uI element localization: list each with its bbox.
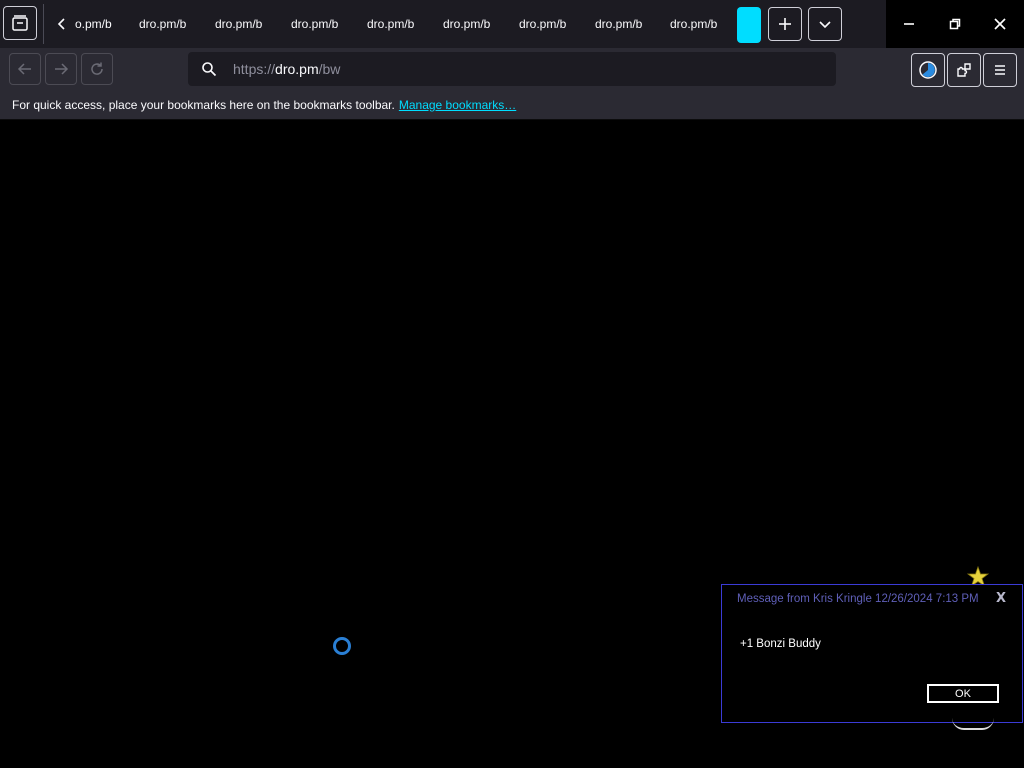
app-menu-button[interactable] [983,53,1017,87]
bookmarks-hint: For quick access, place your bookmarks h… [12,98,516,112]
forward-arrow-icon [55,63,69,75]
bookmarks-toolbar: For quick access, place your bookmarks h… [0,92,1024,120]
tab[interactable]: o.pm/b [75,6,115,42]
tab[interactable]: dro.pm/b [670,6,720,42]
list-all-tabs-button[interactable] [808,7,842,41]
chevron-left-icon [57,18,65,30]
tab-label: dro.pm/b [367,17,415,31]
message-dialog-body: +1 Bonzi Buddy [740,638,821,650]
tab[interactable]: dro.pm/b [215,6,285,42]
tab-label: dro.pm/b [291,17,339,31]
tab-tray-button[interactable] [3,6,37,40]
extensions-icon [957,63,971,77]
tab-label: dro.pm/b [139,17,187,31]
address-bar[interactable]: https://dro.pm/bw [188,52,836,86]
tab[interactable]: dro.pm/b [443,6,513,42]
bookmarks-hint-text: For quick access, place your bookmarks h… [12,98,395,112]
account-button[interactable] [911,53,945,87]
tab-bar: o.pm/b dro.pm/b dro.pm/b dro.pm/b dro.pm… [0,0,886,48]
plus-icon [779,18,791,30]
manage-bookmarks-link[interactable]: Manage bookmarks… [399,98,516,112]
url-host: dro.pm [275,61,319,77]
tab-label: dro.pm/b [670,17,718,31]
url-text[interactable]: https://dro.pm/bw [233,61,340,77]
minimize-button[interactable] [886,6,932,42]
loading-spinner-icon [333,637,351,655]
tab-tray-icon [12,15,28,31]
restore-icon [949,18,961,30]
window-controls [886,0,1024,48]
tab[interactable]: dro.pm/b [595,6,665,42]
restore-button[interactable] [932,6,978,42]
close-window-button[interactable] [977,6,1023,42]
close-icon [994,18,1006,30]
ok-button[interactable]: OK [927,684,999,703]
tab-separator [43,4,44,44]
active-tab-indicator[interactable] [737,7,761,43]
reload-button[interactable] [81,53,113,85]
minimize-icon [904,23,914,25]
message-dialog: Message from Kris Kringle 12/26/2024 7:1… [721,584,1023,723]
url-path: /bw [318,61,341,77]
tab[interactable]: dro.pm/b [367,6,437,42]
tab[interactable]: dro.pm/b [139,6,209,42]
message-dialog-title: Message from Kris Kringle 12/26/2024 7:1… [737,593,979,605]
message-dialog-close-button[interactable]: X [996,591,1006,606]
forward-button[interactable] [45,53,77,85]
tab-scroll-left-button[interactable] [52,10,72,38]
url-scheme: https:// [233,61,276,77]
search-icon [202,62,217,77]
tab-label: dro.pm/b [519,17,567,31]
decorative-shape [952,718,994,730]
tab-label: dro.pm/b [443,17,491,31]
back-arrow-icon [17,63,31,75]
tab-label: dro.pm/b [595,17,643,31]
new-tab-button[interactable] [768,7,802,41]
tab[interactable]: dro.pm/b [519,6,589,42]
tab[interactable]: dro.pm/b [291,6,361,42]
reload-icon [91,62,103,75]
account-icon [919,61,937,79]
extensions-button[interactable] [947,53,981,87]
menu-icon [995,65,1005,75]
chevron-down-icon [819,21,831,29]
tab-label: dro.pm/b [215,17,263,31]
navigation-toolbar: https://dro.pm/bw [0,48,1024,92]
tab-label: o.pm/b [75,17,112,31]
back-button[interactable] [9,53,41,85]
